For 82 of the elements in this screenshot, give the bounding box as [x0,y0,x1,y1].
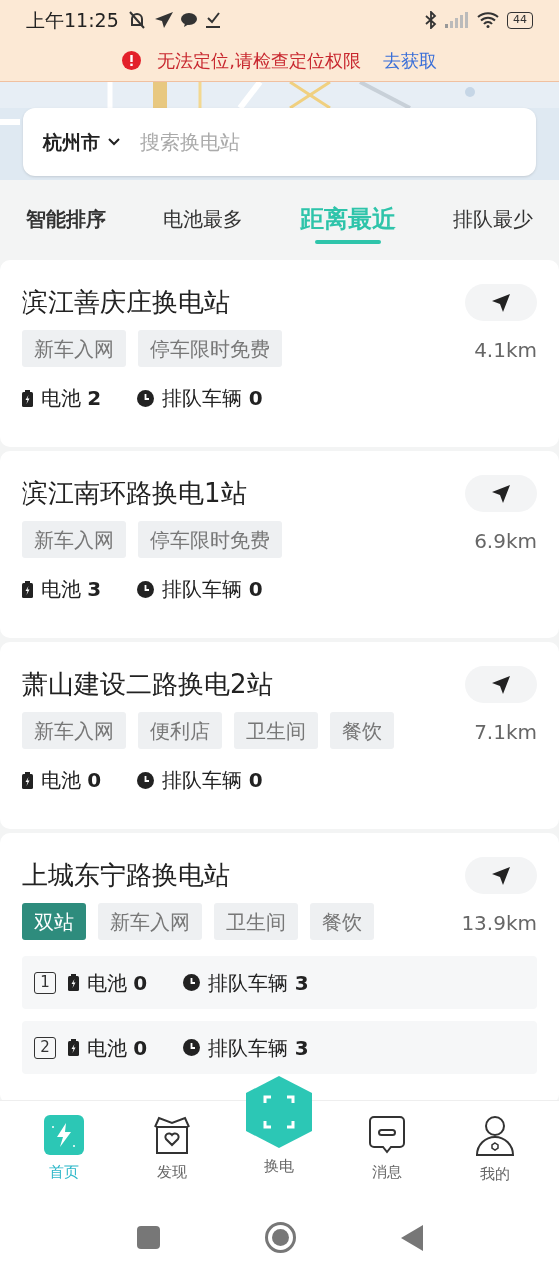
station-name: 滨江善庆庄换电站 [22,286,231,319]
distance: 7.1km [474,719,537,746]
battery-icon [68,974,79,991]
navigate-button[interactable] [465,666,537,703]
status-time: 上午11:25 [26,7,119,33]
get-permission-link[interactable]: 去获取 [382,47,437,74]
station-tag: 双站 [22,903,86,940]
sort-tab[interactable]: 智能排序 [26,180,106,258]
back-icon[interactable] [400,1224,423,1251]
station-card[interactable]: 萧山建设二路换电2站 新车入网 便利店 卫生间 餐饮 7.1km 电池 0 排队车辆 0 [0,642,559,829]
station-tag: 卫生间 [214,903,298,940]
station-tag: 新车入网 [22,521,126,558]
clock-icon [137,771,155,789]
station-tag: 卫生间 [234,712,318,749]
queue-count: 排队车辆 0 [162,767,263,794]
distance: 4.1km [474,337,537,364]
error-icon [122,51,142,70]
station-name: 滨江南环路换电1站 [22,477,248,510]
clock-icon [137,580,155,598]
station-tag: 餐饮 [310,903,374,940]
sort-tab[interactable]: 电池最多 [163,180,243,258]
search-field[interactable]: 杭州市 搜索换电站 [23,108,536,176]
location-error-message: 无法定位,请检查定位权限 [157,49,361,73]
queue-count: 排队车辆 3 [208,969,309,997]
person-icon [475,1115,516,1157]
station-name: 上城东宁路换电站 [22,859,231,892]
station-tag: 新车入网 [22,330,126,367]
station-card[interactable]: 滨江南环路换电1站 新车入网 停车限时免费 6.9km 电池 3 排队车辆 0 [0,451,559,638]
navigation-arrow-icon [491,483,511,504]
navigation-arrow-icon [491,674,511,695]
chat-icon [180,13,197,27]
chat-bubble-icon [368,1115,407,1155]
bay-number: 2 [34,1036,56,1059]
paper-plane-icon [154,12,173,28]
station-tag: 新车入网 [98,903,202,940]
sort-tab[interactable]: 排队最少 [453,180,533,258]
station-name: 萧山建设二路换电2站 [22,668,274,701]
battery-indicator: 44 [507,11,533,29]
distance: 13.9km [461,910,537,937]
station-tag: 停车限时免费 [138,330,282,367]
signal-icon [445,12,469,28]
battery-icon [22,389,33,407]
battery-count: 电池 0 [41,767,102,794]
gift-heart-icon [152,1115,191,1155]
clock-icon [137,389,155,407]
station-tag: 停车限时免费 [138,521,282,558]
battery-icon [22,580,33,598]
bay-number: 1 [34,971,56,994]
city-selector[interactable]: 杭州市 [43,127,120,157]
wifi-icon [477,12,499,28]
battery-count: 电池 2 [41,385,102,412]
station-card[interactable]: 滨江善庆庄换电站 新车入网 停车限时免费 4.1km 电池 2 排队车辆 0 [0,260,559,447]
nav-tab[interactable]: 发现 [126,1115,217,1184]
navigate-button[interactable] [465,284,537,321]
nav-tab[interactable]: 消息 [342,1115,433,1184]
queue-count: 排队车辆 0 [162,576,263,603]
navigation-arrow-icon [491,292,511,313]
distance: 6.9km [474,528,537,555]
battery-count: 电池 0 [87,969,148,997]
navigation-arrow-icon [491,865,511,886]
lightning-icon [43,1115,84,1155]
chevron-down-icon [108,138,120,146]
station-tag: 便利店 [138,712,222,749]
muted-bell-icon [126,11,147,29]
navigate-button[interactable] [465,475,537,512]
station-tag: 餐饮 [330,712,394,749]
battery-count: 电池 3 [41,576,102,603]
queue-count: 排队车辆 3 [208,1034,309,1062]
battery-count: 电池 0 [87,1034,148,1062]
download-check-icon [204,12,221,28]
station-card[interactable]: 上城东宁路换电站 双站 新车入网 卫生间 餐饮 13.9km 1 电池 0 排队车辆 3 2 电池 0 排队车辆 3 [0,833,559,1100]
clock-icon [183,1039,201,1056]
queue-count: 排队车辆 0 [162,385,263,412]
bluetooth-icon [425,11,437,29]
nav-tab[interactable]: 我的 [450,1115,541,1186]
navigate-button[interactable] [465,857,537,894]
clock-icon [183,974,201,991]
station-tag: 新车入网 [22,712,126,749]
home-button[interactable] [264,1222,296,1253]
battery-icon [68,1039,79,1056]
battery-icon [22,771,33,789]
recents-button[interactable] [136,1226,160,1249]
